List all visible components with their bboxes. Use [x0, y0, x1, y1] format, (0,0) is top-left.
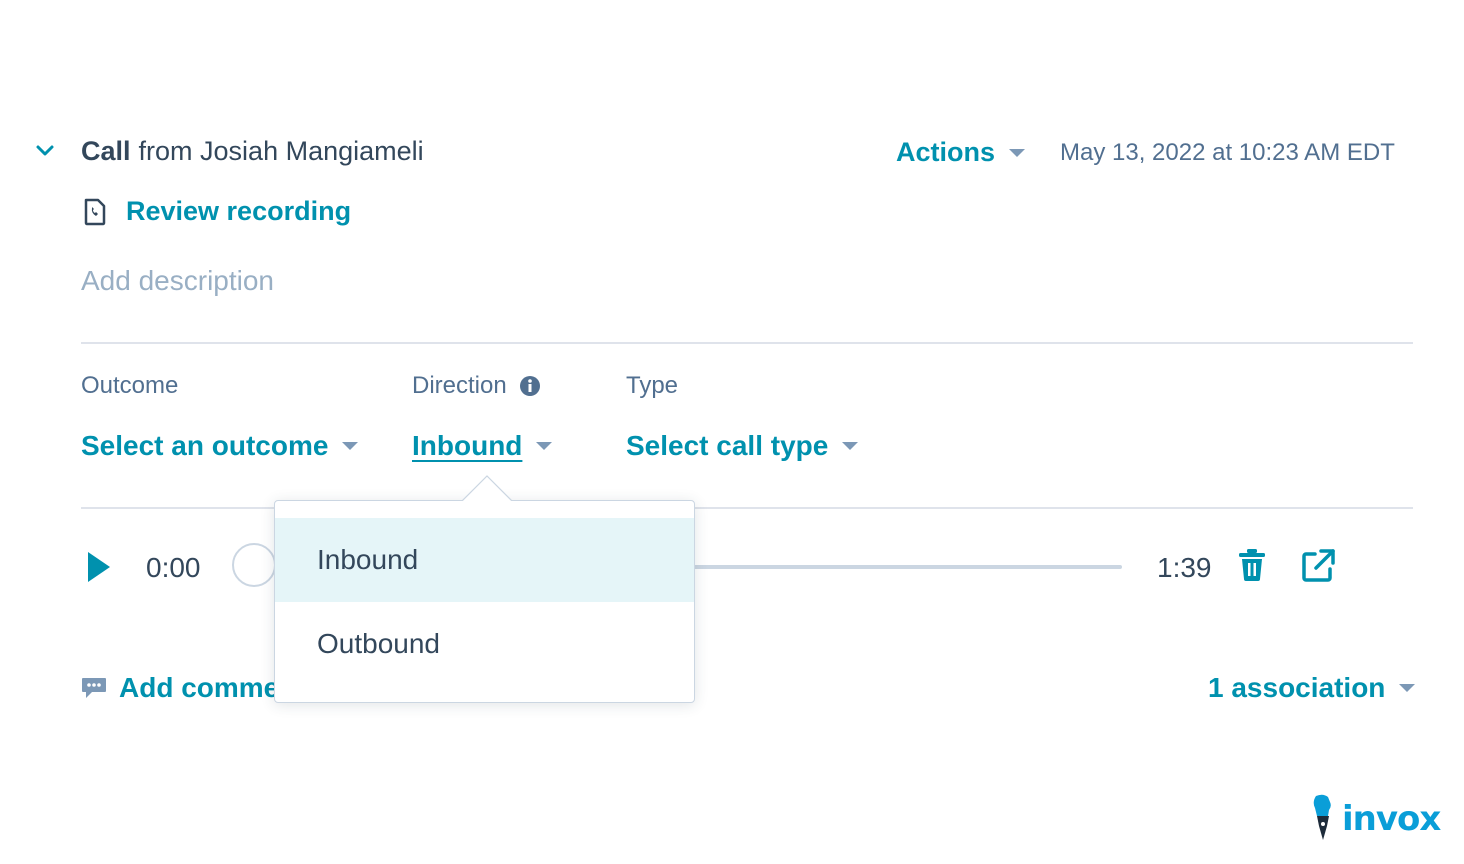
- dropdown-option-outbound[interactable]: Outbound: [275, 602, 694, 686]
- current-time: 0:00: [146, 552, 201, 583]
- direction-value: Inbound: [412, 430, 523, 461]
- divider: [81, 342, 1413, 344]
- recording-file-icon: [84, 198, 106, 225]
- duration: 1:39: [1157, 552, 1212, 583]
- actions-label: Actions: [896, 137, 996, 167]
- direction-label-text: Direction: [412, 372, 507, 399]
- activity-title: Call from Josiah Mangiameli: [81, 136, 424, 167]
- comment-icon: [82, 678, 106, 698]
- outcome-value: Select an outcome: [81, 430, 329, 461]
- activity-type: Call: [81, 136, 131, 166]
- add-comment-button[interactable]: Add comment: [81, 672, 306, 704]
- play-icon[interactable]: [88, 552, 110, 582]
- caret-down-icon: [1009, 148, 1026, 157]
- info-icon[interactable]: [519, 375, 541, 397]
- activity-caller: from Josiah Mangiameli: [138, 136, 424, 166]
- direction-select[interactable]: Inbound: [412, 430, 553, 462]
- caret-down-icon: [1399, 684, 1416, 692]
- caret-down-icon: [342, 442, 359, 450]
- trash-icon[interactable]: [1238, 548, 1266, 582]
- outcome-select[interactable]: Select an outcome: [81, 430, 359, 462]
- collapse-chevron-icon[interactable]: [34, 140, 56, 162]
- review-recording-label: Review recording: [126, 196, 352, 226]
- dropdown-option-inbound[interactable]: Inbound: [275, 518, 694, 602]
- external-link-icon[interactable]: [1300, 548, 1336, 584]
- scrubber-handle[interactable]: [232, 543, 276, 587]
- caret-down-icon: [536, 442, 553, 450]
- call-type-value: Select call type: [626, 430, 829, 461]
- associations-label: 1 association: [1208, 672, 1386, 703]
- associations-dropdown[interactable]: 1 association: [1208, 672, 1416, 704]
- review-recording-link[interactable]: Review recording: [82, 196, 351, 227]
- description-input[interactable]: Add description: [81, 265, 274, 297]
- actions-dropdown[interactable]: Actions: [896, 137, 1026, 168]
- activity-timestamp: May 13, 2022 at 10:23 AM EDT: [1060, 139, 1395, 166]
- outcome-label: Outcome: [81, 372, 179, 399]
- caret-down-icon: [842, 442, 859, 450]
- invox-logo: invox: [1310, 794, 1441, 844]
- call-type-select[interactable]: Select call type: [626, 430, 859, 462]
- direction-dropdown-menu: Inbound Outbound: [274, 500, 695, 703]
- logo-wordmark: invox: [1342, 799, 1441, 839]
- direction-label: Direction: [412, 372, 541, 400]
- type-label: Type: [626, 372, 679, 399]
- fist-pen-logo-icon: [1313, 794, 1331, 840]
- dropdown-pointer: [462, 475, 512, 501]
